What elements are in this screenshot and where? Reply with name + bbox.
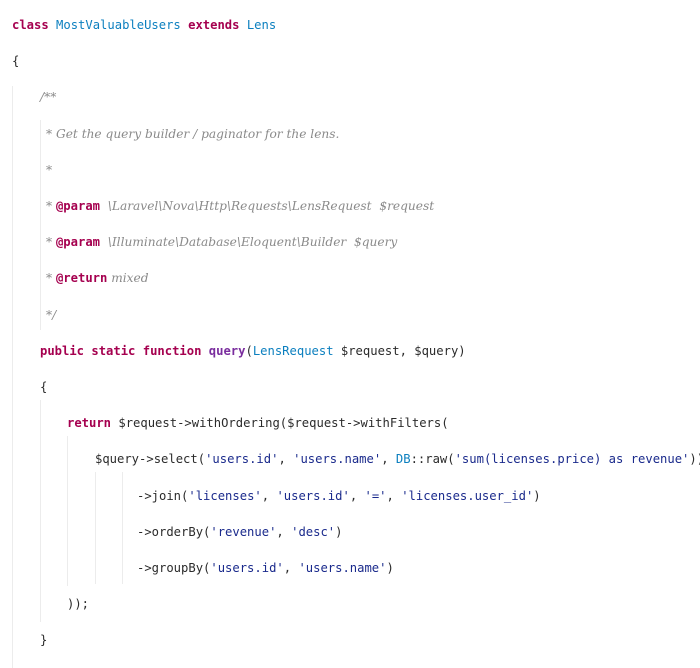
code-token-plain: } <box>40 633 48 648</box>
code-token-tag: @param <box>55 235 100 250</box>
code-line: class MostValuableUsers extends Lens <box>12 15 276 35</box>
code-line: * @param \Illuminate\Database\Eloquent\B… <box>46 232 397 252</box>
code-token-plain: ->join( <box>137 488 189 503</box>
code-token-cls: DB <box>395 452 411 467</box>
code-token-plain: $request->withOrdering($request->withFil… <box>111 416 449 431</box>
code-line: return $request->withOrdering($request->… <box>67 413 449 433</box>
code-token-str: 'revenue' <box>210 524 277 539</box>
code-token-fn: query <box>208 343 246 358</box>
code-line: * @return mixed <box>46 268 149 288</box>
code-token-plain: , <box>261 488 277 503</box>
code-token-plain: , <box>349 488 365 503</box>
code-token-cm: * <box>46 235 56 250</box>
code-token-tag: @param <box>55 199 100 213</box>
indent-guide <box>67 436 68 586</box>
code-token-kw: return <box>67 416 112 431</box>
code-token-plain: ->groupBy( <box>137 561 211 575</box>
code-token-plain: , <box>276 524 292 539</box>
code-token-kw: public <box>40 343 85 358</box>
code-token-cls: Lens <box>246 18 277 32</box>
code-token-str: '=' <box>364 488 387 503</box>
indent-guide <box>40 120 41 330</box>
code-token-str: 'users.id' <box>210 561 284 575</box>
code-token-plain: )); <box>67 597 90 612</box>
code-token-cm: \Illuminate\Database\Eloquent\Builder $q… <box>100 235 398 250</box>
code-token-plain: ) <box>335 524 343 539</box>
code-line: * <box>46 160 52 180</box>
code-token-tag: @return <box>55 271 108 286</box>
code-line: * Get the query builder / paginator for … <box>46 124 339 144</box>
code-token-str: 'users.id' <box>276 488 350 503</box>
code-line: } <box>40 630 47 650</box>
code-token-kw: class <box>12 18 49 32</box>
code-token-plain: ::raw( <box>410 452 455 467</box>
code-line: */ <box>46 305 56 325</box>
code-token-plain: , <box>381 452 396 467</box>
code-token-kw: extends <box>188 18 240 32</box>
code-token-cls: LensRequest <box>252 343 334 358</box>
indent-guide <box>12 86 13 668</box>
code-line: { <box>40 377 47 397</box>
code-line: )); <box>67 594 89 614</box>
code-token-plain: { <box>40 380 48 394</box>
indent-guide <box>122 472 123 584</box>
code-token-plain: { <box>12 54 20 69</box>
code-token-plain: ) <box>386 561 394 575</box>
code-token-cm: mixed <box>107 271 149 286</box>
code-token-plain: ) <box>533 488 541 503</box>
code-line: * @param \Laravel\Nova\Http\Requests\Len… <box>46 196 434 216</box>
code-token-cm: * <box>46 162 53 177</box>
code-token-cm: * <box>46 271 56 286</box>
code-token-str: 'desc' <box>291 524 336 539</box>
code-token-cm: * <box>46 199 56 213</box>
code-token-str: 'sum(licenses.price) as revenue' <box>454 452 690 467</box>
code-token-cm: \Laravel\Nova\Http\Requests\LensRequest … <box>100 199 435 213</box>
code-line: { <box>12 51 19 71</box>
code-line: ->join('licenses', 'users.id', '=', 'lic… <box>137 486 541 506</box>
code-token-kw: static <box>91 343 136 358</box>
indent-guide <box>95 472 96 584</box>
code-token-plain: $request, $query) <box>333 343 466 358</box>
code-token-cls: MostValuableUsers <box>56 18 181 32</box>
code-line: $query->select('users.id', 'users.name',… <box>95 449 700 469</box>
code-token-plain: )) <box>689 452 700 467</box>
code-line: /** <box>40 87 56 107</box>
code-token-str: 'users.id' <box>205 452 279 467</box>
code-token-cm: * Get the query builder / paginator for … <box>46 126 340 141</box>
code-block: class MostValuableUsers extends Lens { /**… <box>0 0 700 668</box>
code-token-plain: ->orderBy( <box>137 524 211 539</box>
code-line: ->orderBy('revenue', 'desc') <box>137 522 342 542</box>
code-token-plain: ( <box>245 343 253 358</box>
code-token-cm: /** <box>40 90 57 105</box>
code-token-str: 'licenses.user_id' <box>401 488 534 503</box>
code-line: public static function query(LensRequest… <box>40 341 466 361</box>
code-token-plain: , <box>283 561 299 575</box>
code-token-plain: , <box>386 488 402 503</box>
code-token-kw: function <box>142 343 202 358</box>
code-token-plain: , <box>278 452 294 467</box>
code-token-str: 'licenses' <box>188 488 262 503</box>
code-token-str: 'users.name' <box>293 452 382 467</box>
code-token-plain: $query->select( <box>95 452 206 467</box>
code-line: ->groupBy('users.id', 'users.name') <box>137 558 394 578</box>
code-token-str: 'users.name' <box>298 561 387 575</box>
code-token-cm: */ <box>46 307 57 322</box>
indent-guide <box>40 400 41 622</box>
